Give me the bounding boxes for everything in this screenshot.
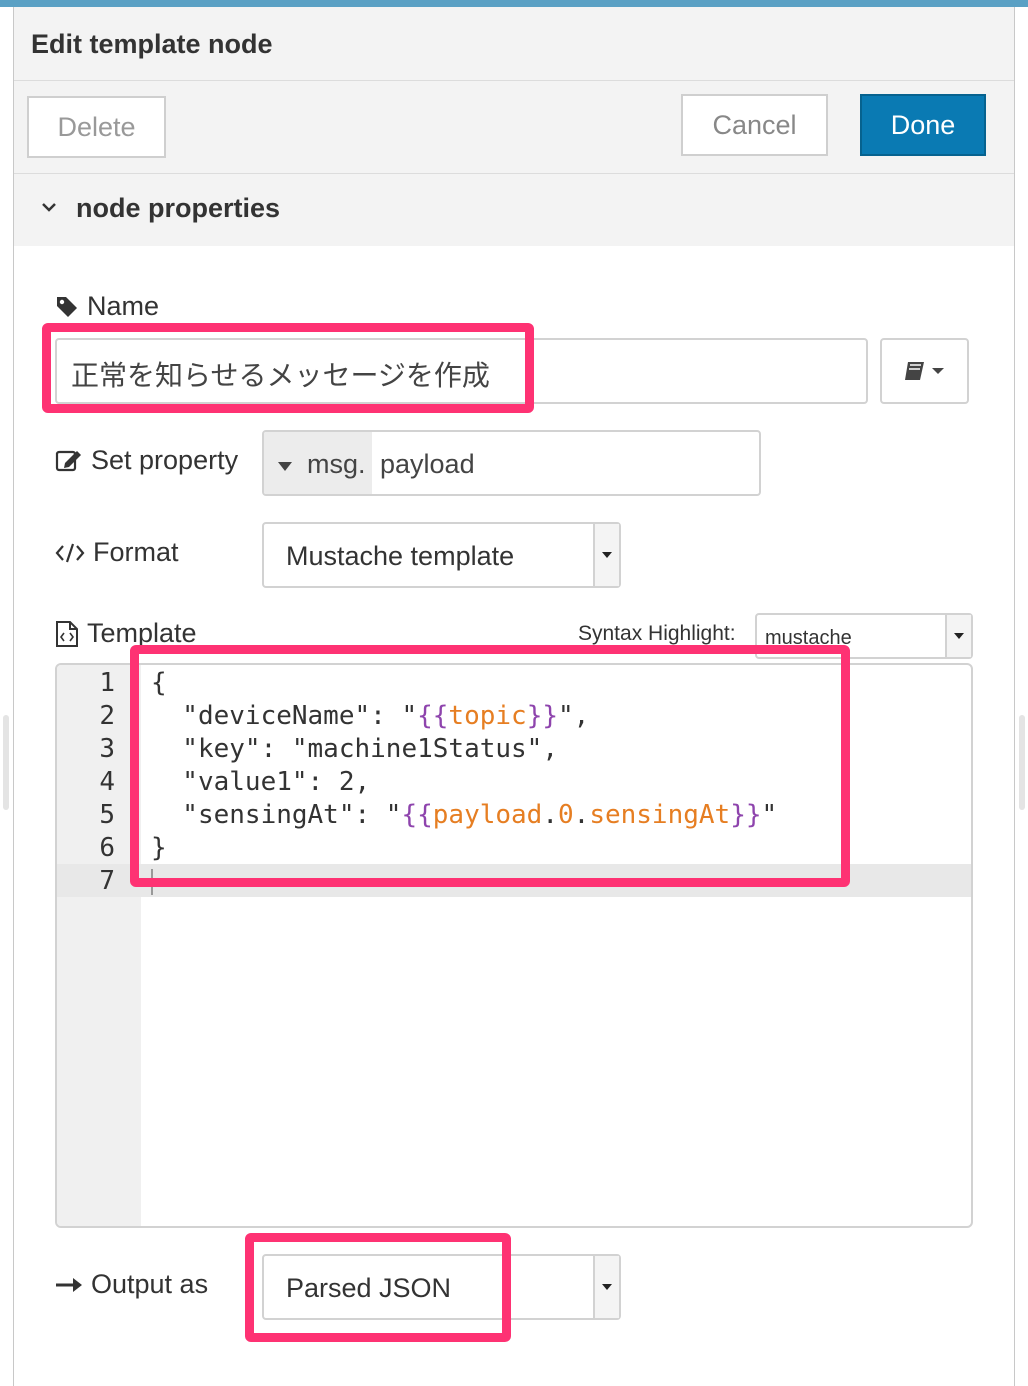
line-number: 3 [99,734,115,764]
cancel-button[interactable]: Cancel [681,94,828,156]
name-label: Name [55,291,159,322]
format-select[interactable]: Mustache template [262,522,621,588]
dialog-header: Edit template node [14,7,1014,81]
edit-icon [55,450,81,471]
top-accent-bar [0,0,1028,7]
dialog-toolbar: Delete Cancel Done [14,81,1014,174]
property-prefix: msg. [307,449,366,479]
file-code-icon [56,620,78,647]
property-type-selector[interactable]: msg. [264,432,372,494]
caret-down-icon [954,633,964,639]
dialog-title: Edit template node [31,29,273,59]
name-highlight-box [42,323,534,413]
output-highlight-box [245,1233,511,1342]
set-property-label: Set property [55,445,238,476]
right-resize-handle[interactable] [1019,715,1025,810]
format-label: Format [55,537,179,568]
chevron-down-icon [42,203,56,212]
code-icon [55,543,85,562]
caret-down-icon [278,462,292,471]
caret-down-icon [602,1284,612,1290]
delete-button[interactable]: Delete [27,96,166,158]
format-select-arrow[interactable] [593,524,619,586]
line-number: 2 [99,701,115,731]
left-resize-handle[interactable] [3,715,9,810]
section-title: node properties [76,193,281,223]
format-select-value: Mustache template [286,541,515,571]
done-button[interactable]: Done [860,94,986,156]
property-typed-input[interactable]: msg. payload [262,430,761,496]
node-properties-header[interactable]: node properties [14,174,1014,246]
line-number: 1 [99,668,115,698]
caret-down-icon [602,552,612,558]
tag-icon [57,296,77,317]
line-number: 7 [99,866,115,896]
output-label-text: Output as [91,1269,209,1299]
arrow-right-icon [56,1277,82,1292]
line-number: 5 [99,800,115,830]
line-number: 6 [99,833,115,863]
template-highlight-box [130,645,850,887]
output-select-arrow[interactable] [593,1256,619,1318]
name-label-text: Name [87,291,160,321]
name-menu-button[interactable] [880,338,969,404]
syntax-highlight-label: Syntax Highlight: [578,622,736,645]
output-label: Output as [55,1269,208,1300]
line-number: 4 [99,767,115,797]
syntax-select-arrow[interactable] [945,615,971,657]
set-property-label-text: Set property [91,445,239,475]
book-icon [904,362,944,380]
property-value: payload [380,449,475,479]
format-label-text: Format [93,537,179,567]
